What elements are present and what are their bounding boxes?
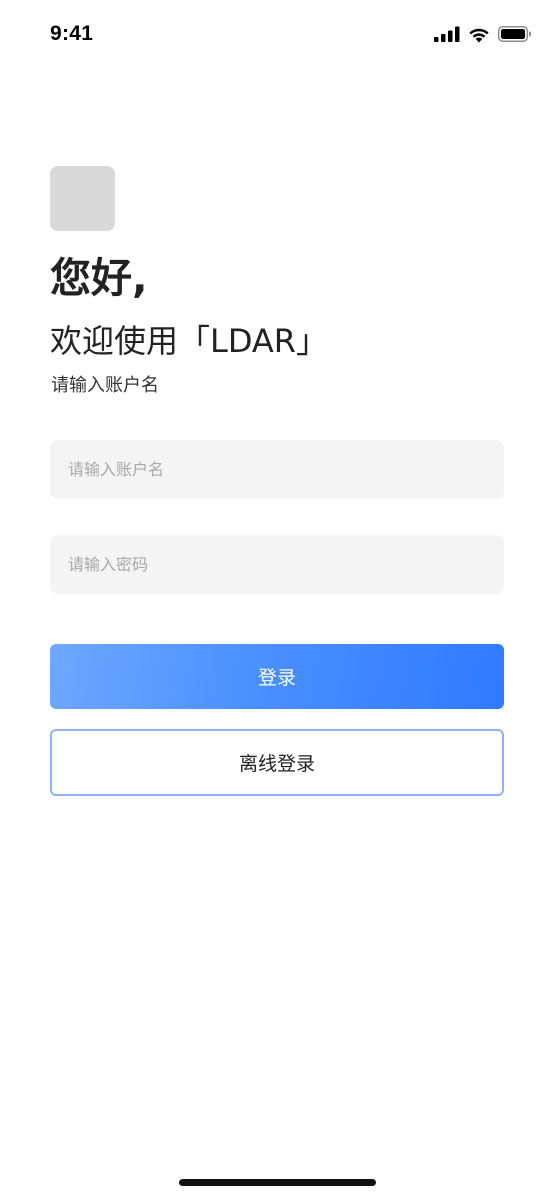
home-indicator[interactable] [179,1179,376,1186]
subtitle-text: 请输入账户名 [51,375,159,396]
greeting-heading: 您好, [50,254,148,302]
login-button[interactable]: 登录 [50,644,504,709]
account-input[interactable] [50,440,504,499]
status-bar: 9:41 [0,0,554,70]
status-icons [434,24,532,44]
welcome-heading: 欢迎使用「LDAR」 [50,322,329,360]
cellular-signal-icon [434,26,460,42]
status-time: 9:41 [50,22,94,45]
battery-icon [498,26,532,42]
wifi-icon [468,26,490,43]
account-field-container [50,440,504,499]
password-field-container [50,535,504,594]
password-input[interactable] [50,535,504,594]
offline-login-button[interactable]: 离线登录 [50,729,504,796]
app-logo [50,166,115,231]
